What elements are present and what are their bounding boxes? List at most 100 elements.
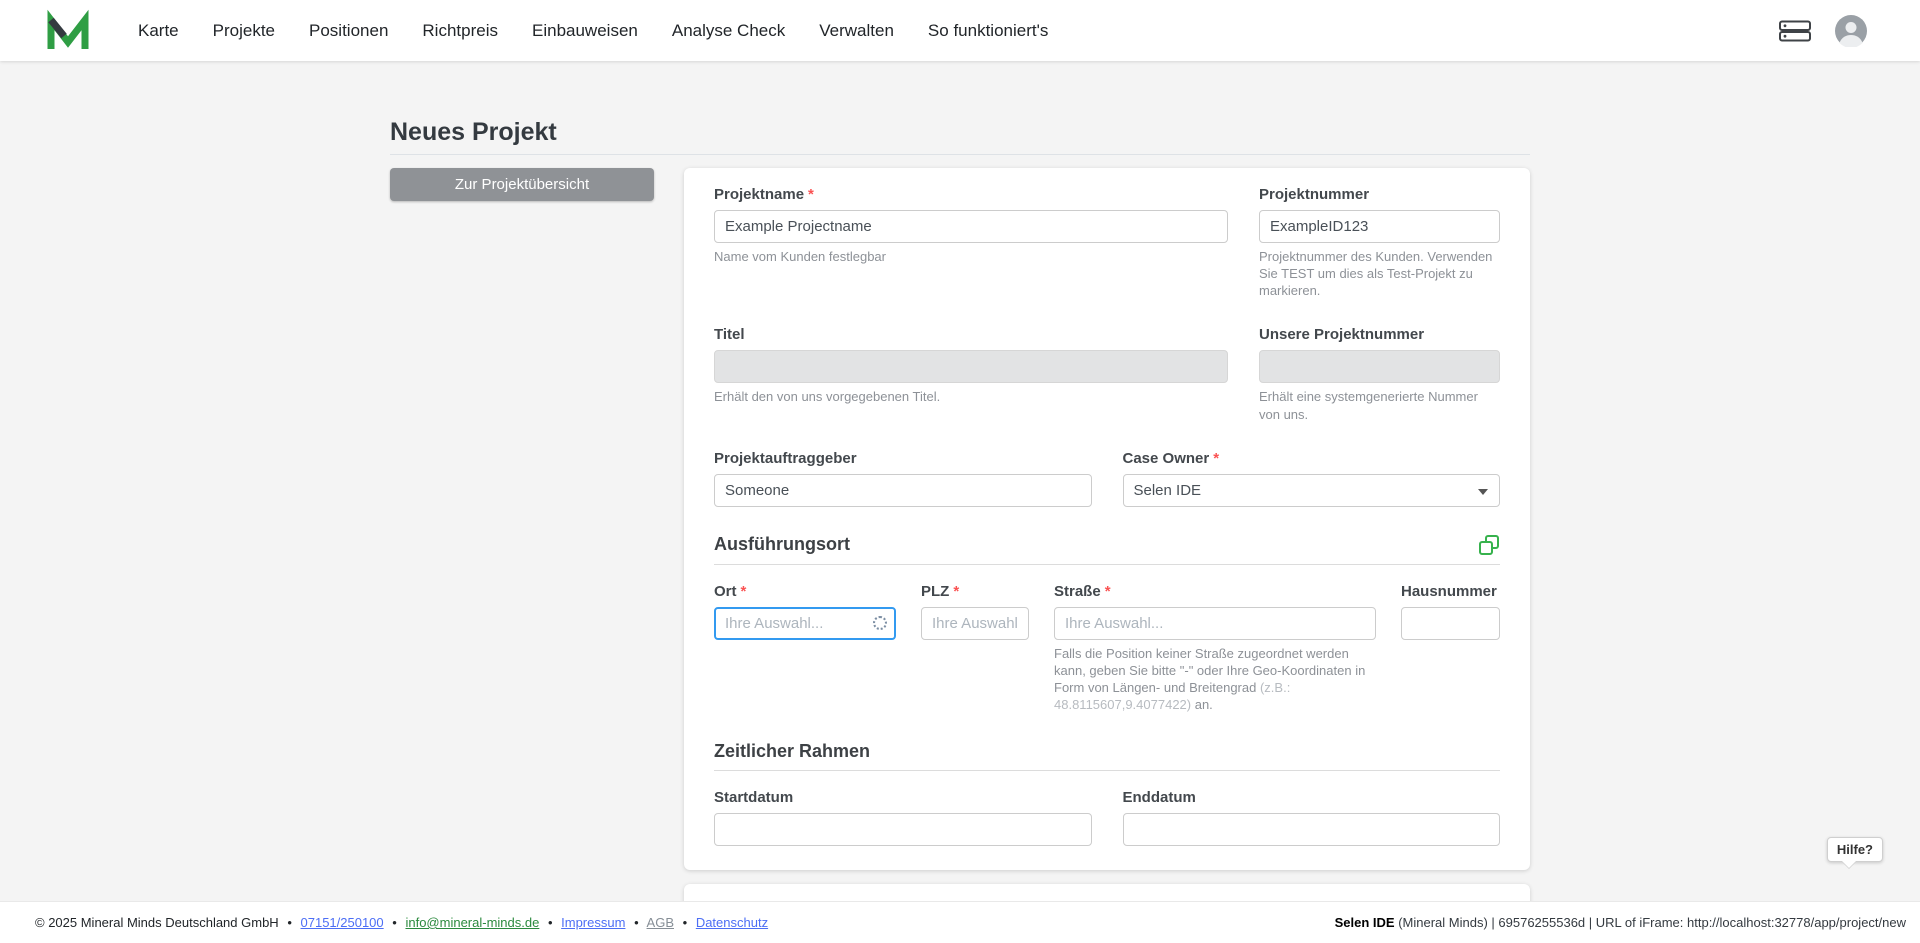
titel-label: Titel — [714, 326, 1228, 344]
field-projektauftraggeber: Projektauftraggeber — [714, 450, 1092, 507]
case-owner-select[interactable]: Selen IDE — [1122, 473, 1500, 507]
page-title: Neues Projekt — [390, 118, 557, 146]
case-owner-value: Selen IDE — [1133, 481, 1202, 499]
hausnummer-input[interactable] — [1401, 606, 1500, 640]
titel-label-text: Titel — [714, 326, 745, 344]
nav-item-positionen[interactable]: Positionen — [309, 21, 388, 41]
separator: • — [547, 915, 553, 930]
projektname-label: Projektname * — [714, 186, 1228, 204]
agb-link[interactable]: AGB — [647, 915, 674, 930]
projektnummer-label-text: Projektnummer — [1259, 186, 1370, 203]
help-label: Hilfe? — [1836, 842, 1873, 857]
projektname-input[interactable] — [714, 210, 1228, 243]
field-plz: PLZ * — [921, 583, 1029, 714]
mineral-minds-logo[interactable] — [44, 7, 92, 55]
separator: • — [682, 915, 688, 930]
field-enddatum: Enddatum — [1122, 789, 1500, 847]
caret-down-icon — [1478, 488, 1488, 495]
datenschutz-link[interactable]: Datenschutz — [696, 915, 768, 930]
help-button[interactable]: Hilfe? — [1826, 837, 1883, 868]
hausnummer-label-text: Hausnummer — [1401, 582, 1497, 600]
nav-item-projekte[interactable]: Projekte — [213, 21, 275, 41]
spinner-icon — [873, 615, 887, 630]
title-divider — [390, 154, 1530, 155]
email-link[interactable]: info@mineral-minds.de — [405, 915, 539, 930]
projektauftraggeber-label: Projektauftraggeber — [714, 450, 1092, 468]
hausnummer-label: Hausnummer — [1401, 583, 1500, 601]
field-case-owner: Case Owner * Selen IDE — [1122, 450, 1501, 507]
separator: • — [392, 915, 397, 930]
main-nav: Karte Projekte Positionen Richtpreis Ein… — [138, 21, 1048, 41]
page-footer: © 2025 Mineral Minds Deutschland GmbH • … — [0, 901, 1920, 943]
projektnummer-helper: Projektnummer des Kunden. Verwenden Sie … — [1259, 249, 1493, 299]
ort-label-text: Ort — [714, 582, 737, 600]
main-content: Neues Projekt Zur Projektübersicht Proje… — [0, 61, 1920, 909]
ausfuehrungsort-title: Ausführungsort — [714, 534, 850, 555]
required-marker: * — [740, 582, 747, 600]
logo-icon — [47, 9, 89, 49]
field-startdatum: Startdatum — [714, 789, 1092, 847]
help-bubble-tail — [1841, 861, 1856, 868]
projektname-label-text: Projektname — [714, 186, 805, 203]
strasse-helper-text: Falls die Position keiner Straße zugeord… — [1054, 645, 1366, 696]
required-marker: * — [1104, 582, 1111, 600]
field-strasse: Straße * Falls die Position keiner Straß… — [1054, 583, 1376, 714]
field-ort: Ort * — [714, 583, 896, 714]
projektauftraggeber-label-text: Projektauftraggeber — [714, 449, 857, 467]
case-owner-label-text: Case Owner — [1122, 449, 1210, 467]
field-hausnummer: Hausnummer — [1401, 583, 1500, 714]
nav-item-analyse-check[interactable]: Analyse Check — [672, 21, 785, 41]
titel-input — [714, 350, 1228, 384]
field-projektnummer: Projektnummer Projektnummer des Kunden. … — [1259, 186, 1500, 299]
required-marker: * — [953, 582, 960, 600]
titel-helper: Erhält den von uns vorgegebenen Titel. — [714, 389, 941, 405]
unsere-projektnummer-label: Unsere Projektnummer — [1259, 326, 1500, 344]
nav-item-karte[interactable]: Karte — [138, 21, 179, 41]
required-marker: * — [1213, 449, 1220, 467]
plz-label: PLZ * — [921, 583, 1029, 601]
startdatum-label-text: Startdatum — [714, 789, 794, 807]
case-owner-label: Case Owner * — [1123, 450, 1501, 468]
nav-item-richtpreis[interactable]: Richtpreis — [422, 21, 498, 41]
enddatum-label-text: Enddatum — [1122, 789, 1196, 807]
field-unsere-projektnummer: Unsere Projektnummer Erhält eine systemg… — [1259, 326, 1500, 422]
projektname-helper: Name vom Kunden festlegbar — [714, 249, 886, 264]
unsere-projektnummer-helper: Erhält eine systemgenerierte Nummer von … — [1259, 389, 1478, 422]
enddatum-input[interactable] — [1122, 813, 1500, 847]
plz-input[interactable] — [921, 606, 1029, 640]
impressum-link[interactable]: Impressum — [561, 915, 625, 930]
user-avatar[interactable] — [1835, 14, 1867, 47]
startdatum-input[interactable] — [714, 813, 1092, 847]
required-marker: * — [808, 186, 814, 203]
top-navbar: Karte Projekte Positionen Richtpreis Ein… — [0, 0, 1920, 61]
navbar-right — [1779, 14, 1867, 47]
zeitlicher-rahmen-title: Zeitlicher Rahmen — [714, 741, 871, 762]
projektauftraggeber-input[interactable] — [714, 473, 1092, 507]
nav-item-einbauweisen[interactable]: Einbauweisen — [532, 21, 638, 41]
strasse-label-text: Straße — [1054, 582, 1101, 600]
session-details: (Mineral Minds) | 69576255536d | URL of … — [1394, 915, 1906, 930]
nav-item-verwalten[interactable]: Verwalten — [819, 21, 894, 41]
back-to-projects-button[interactable]: Zur Projektübersicht — [390, 168, 654, 201]
plz-label-text: PLZ — [921, 582, 950, 600]
field-titel: Titel Erhält den von uns vorgegebenen Ti… — [714, 326, 1228, 422]
session-user: Selen IDE — [1334, 915, 1395, 930]
phone-link[interactable]: 07151/250100 — [301, 915, 384, 930]
strasse-helper-suffix: an. — [1191, 697, 1213, 713]
nav-item-so-funktionierts[interactable]: So funktioniert's — [928, 21, 1048, 41]
projektnummer-label: Projektnummer — [1259, 186, 1500, 204]
section-zeitlicher-rahmen: Zeitlicher Rahmen — [714, 741, 1500, 772]
session-info: Selen IDE (Mineral Minds) | 69576255536d… — [1335, 915, 1906, 930]
copyright-text: © 2025 Mineral Minds Deutschland GmbH — [35, 915, 279, 930]
projektnummer-input[interactable] — [1259, 210, 1500, 243]
strasse-input[interactable] — [1054, 606, 1376, 640]
separator: • — [287, 915, 292, 930]
separator: • — [634, 915, 639, 930]
project-form-card: Projektname * Name vom Kunden festlegbar… — [684, 168, 1530, 871]
footer-legal: © 2025 Mineral Minds Deutschland GmbH • … — [35, 915, 768, 930]
section-ausfuehrungsort: Ausführungsort — [714, 534, 1500, 565]
ort-input[interactable] — [714, 606, 896, 640]
server-icon[interactable] — [1779, 19, 1811, 43]
copy-icon[interactable] — [1478, 534, 1500, 556]
ort-label: Ort * — [714, 583, 896, 601]
